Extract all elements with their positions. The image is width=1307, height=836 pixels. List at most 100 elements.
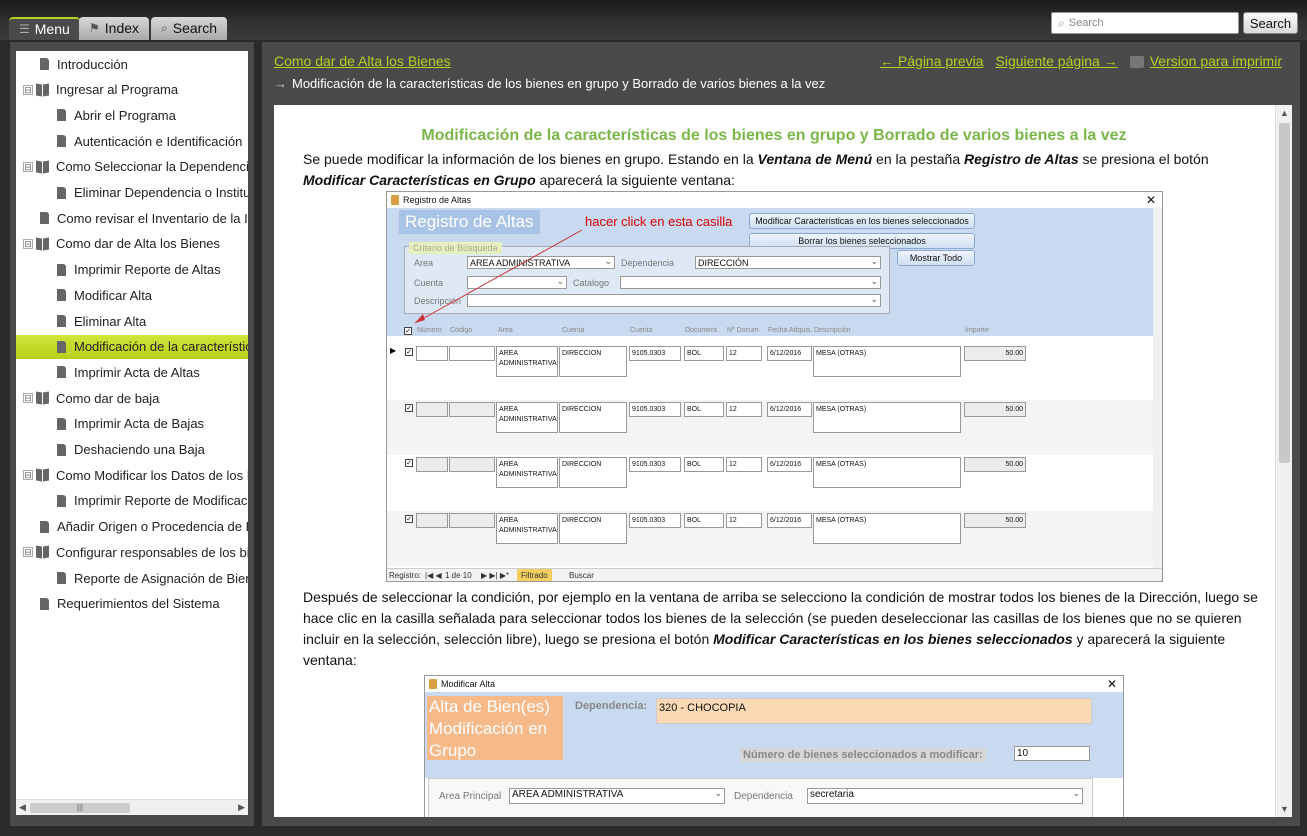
toc-item[interactable]: Eliminar Alta [16,309,248,333]
cuenta-cell: 9105.0303 [629,512,681,528]
search-button[interactable]: Search [1243,12,1298,34]
area-cell: AREA ADMINISTRATIVA [496,457,558,488]
toc-item-label: Deshaciendo una Baja [74,442,205,457]
grid-column-header: Cuenta [562,327,585,334]
count-value: 10 [1014,746,1090,761]
collapse-icon[interactable]: ⊟ [23,393,33,404]
toc-item[interactable]: Modificación de la características de lo… [16,334,248,359]
grid-column-header: Fecha Adquis. [768,327,813,334]
toc-item-label: Eliminar Alta [74,313,147,329]
record-status-bar: Registro: |◀ ◀ 1 de 10 ▶ ▶| ▶* Filtrado … [387,568,1162,581]
top-bar: ☰ Menu ⚑ Index ⌕ Search ⌕ Search [0,0,1307,40]
toc-item-label: Requerimientos del Sistema [57,596,220,612]
toc-item[interactable]: Reporte de Asignación de Bienes [16,566,248,590]
breadcrumb-link[interactable]: Como dar de Alta los Bienes [274,53,451,69]
collapse-icon[interactable]: ⊟ [23,84,33,95]
window-title: Registro de Altas [403,195,472,205]
descripcion-cell: MESA (OTRAS) [813,512,961,544]
toc-item[interactable]: Autenticación e Identificación [16,129,248,153]
prev-page-link[interactable]: ← Página previa [880,53,984,69]
toc-item[interactable]: Requerimientos del Sistema [16,592,248,616]
toc-item[interactable]: Modificar Alta [16,283,248,307]
toc-item[interactable]: ⊟ Como Seleccionar la Dependencia [16,155,248,179]
area-principal-select: AREA ADMINISTRATIVA [509,787,725,804]
toc-item-label: Como dar de baja [56,390,160,406]
toc-item[interactable]: Como revisar el Inventario de la Institu… [16,206,248,230]
toc-item[interactable]: Introducción [16,52,248,76]
body-text: en la pestaña [872,151,964,167]
page-icon [40,58,49,70]
body-text: se presiona el botón [1078,151,1209,167]
toc-item-label: Introducción [57,56,128,72]
toc-item[interactable]: ⊟ Ingresar al Programa [16,78,248,102]
toc-item[interactable]: ⊟ Como dar de Alta los Bienes [16,232,248,256]
collapse-icon[interactable]: ⊟ [23,547,33,558]
toc-item[interactable]: ⊟ Configurar responsables de los bienes [16,540,248,564]
ndoc-cell: 12 [726,457,762,472]
fecha-cell: 6/12/2016 [767,346,812,361]
printer-icon [1129,56,1144,69]
toc-item-label: Como Modificar los Datos de los Bienes [56,467,248,483]
page-icon [57,186,66,199]
grid-column-header: Código [450,327,473,334]
scroll-right-icon[interactable]: ▶ [238,802,245,813]
page-subtitle-text: Modificación de la características de lo… [292,76,826,91]
print-version-link[interactable]: Version para imprimir [1150,53,1282,69]
toc-item-label: Modificación de la características de lo… [74,339,248,355]
importe-cell: 50.00 [964,401,1026,417]
search-box: ⌕ [1051,12,1239,34]
book-icon [36,546,51,558]
collapse-icon[interactable]: ⊟ [23,161,33,172]
area-cell: AREA ADMINISTRATIVA [496,401,558,433]
tab-menu[interactable]: ☰ Menu [9,17,80,40]
toc-item[interactable]: Añadir Origen o Procedencia de Bienes [16,515,248,539]
toc-item[interactable]: Eliminar Dependencia o Institución [16,181,248,205]
scroll-left-icon[interactable]: ◀ [19,802,26,813]
ndoc-cell: 12 [726,512,762,528]
grid-column-header: Descripción [814,327,851,334]
table-row: ✓ AREA ADMINISTRATIVA DIRECCION 9105.0303 BO… [387,510,1153,566]
signpost-icon: ⚑ [89,21,100,35]
collapse-icon[interactable]: ⊟ [23,238,33,249]
toc-item[interactable]: Imprimir Acta de Altas [16,360,248,384]
scroll-down-icon[interactable]: ▼ [1280,804,1289,814]
book-icon [36,392,51,404]
toc-item[interactable]: Imprimir Reporte de Modificaciones [16,489,248,513]
codigo-cell [449,346,495,361]
toc-item[interactable]: Imprimir Reporte de Altas [16,258,248,282]
page-icon [57,443,66,456]
scrollbar-thumb[interactable]: ||| [30,803,130,813]
toc-item-label: Configurar responsables de los bienes [56,544,248,560]
page-icon [40,520,49,533]
dependencia-cell: DIRECCION [559,457,627,488]
scrollbar-thumb[interactable] [1279,123,1290,463]
descripcion-cell: MESA (OTRAS) [813,346,961,377]
toc-item[interactable]: Abrir el Programa [16,103,248,127]
content-vertical-scrollbar[interactable]: ▲ ▼ [1275,105,1292,817]
toc-tree: Introducción ⊟ Ingresar al Programa Abrir e… [16,51,248,799]
scroll-up-icon[interactable]: ▲ [1280,108,1289,118]
tab-index[interactable]: ⚑ Index [79,17,150,40]
toc-item[interactable]: ⊟ Como Modificar los Datos de los Bienes [16,463,248,487]
screenshot-registro-altas: Registro de Altas ✕ Registro de Altas ha… [386,191,1163,582]
count-label: Número de bienes seleccionados a modific… [740,748,986,762]
collapse-icon[interactable]: ⊟ [23,470,33,481]
window-title: Modificar Alta [441,679,496,689]
search-input[interactable] [1068,17,1229,29]
tab-search[interactable]: ⌕ Search [151,17,228,40]
toc-item[interactable]: ⊟ Como dar de baja [16,386,248,410]
row-checkbox: ✓ [405,459,413,467]
toc-item-label: Eliminar Dependencia o Institución [74,185,248,200]
article-title: Modificación de la características de lo… [421,127,1127,144]
importe-cell: 50.00 [964,457,1026,472]
importe-cell: 50.00 [964,512,1026,528]
numero-cell [416,346,448,361]
emphasis-text: Modificar Características en Grupo [303,172,536,188]
sidebar-horizontal-scrollbar[interactable]: ◀ ||| ▶ [16,799,248,815]
dependencia-value: 320 - CHOCOPIA [656,698,1092,724]
area-principal-label: Area Principal [439,791,502,802]
toc-item[interactable]: Imprimir Acta de Bajas [16,412,248,436]
next-page-link[interactable]: Siguiente página → [996,53,1118,69]
article-paragraph-1: Se puede modificar la información de los… [303,149,1263,191]
toc-item[interactable]: Deshaciendo una Baja [16,438,248,462]
